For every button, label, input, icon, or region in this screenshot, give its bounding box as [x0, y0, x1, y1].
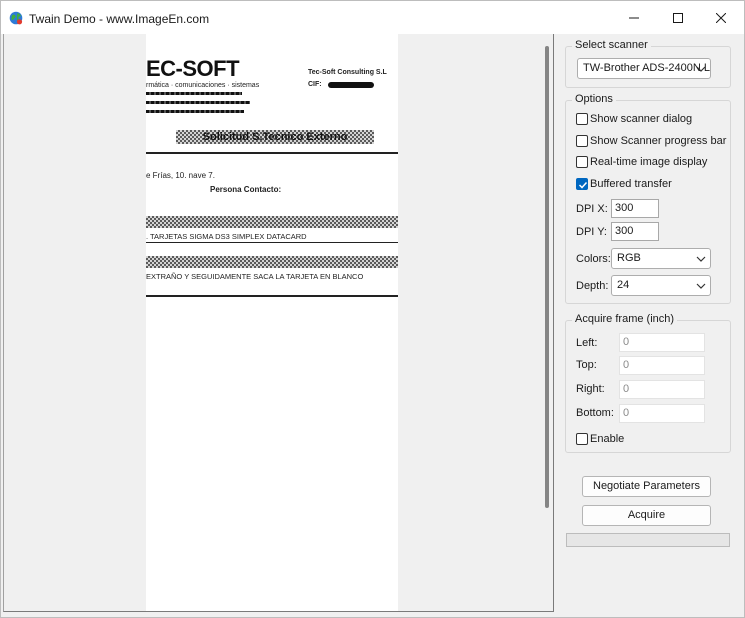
doc-cif-label: CIF:: [308, 81, 322, 88]
dpi-x-field[interactable]: 300: [611, 199, 659, 218]
doc-rule: [146, 152, 398, 154]
minimize-button[interactable]: [611, 1, 657, 34]
chevron-down-icon: [696, 283, 706, 289]
scanned-page: EC-SOFT rmática · comunicaciones · siste…: [146, 34, 398, 611]
acquire-progress-bar: [566, 533, 730, 547]
options-title: Options: [572, 93, 616, 106]
acquire-frame-title: Acquire frame (inch): [572, 313, 678, 326]
minimize-icon: [629, 17, 639, 18]
colors-select[interactable]: RGB: [611, 248, 711, 269]
globe-icon: [9, 11, 23, 25]
chevron-down-icon: [696, 66, 706, 72]
doc-hatch-band: [146, 216, 398, 228]
dpi-x-label: DPI X:: [576, 203, 608, 215]
doc-rule: [146, 295, 398, 297]
doc-logo-text: EC-SOFT: [146, 56, 240, 81]
doc-hatch-band: [146, 256, 398, 268]
show-scanner-dialog-checkbox[interactable]: Show scanner dialog: [576, 113, 692, 125]
depth-select-value: 24: [617, 279, 630, 291]
doc-text-line: . TARJETAS SIGMA DS3 SIMPLEX DATACARD: [146, 232, 307, 241]
doc-redaction: [328, 82, 374, 88]
frame-top-field[interactable]: 0: [619, 356, 705, 375]
window-title: Twain Demo - www.ImageEn.com: [29, 12, 210, 26]
select-scanner-title: Select scanner: [572, 39, 651, 52]
depth-label: Depth:: [576, 280, 609, 292]
image-preview[interactable]: EC-SOFT rmática · comunicaciones · siste…: [3, 34, 554, 612]
depth-select[interactable]: 24: [611, 275, 711, 296]
checkbox-label: Real-time image display: [590, 156, 708, 168]
frame-bottom-field[interactable]: 0: [619, 404, 705, 423]
maximize-button[interactable]: [655, 1, 701, 34]
scanner-select[interactable]: TW-Brother ADS-2400N L: [577, 58, 711, 79]
frame-bottom-label: Bottom:: [576, 407, 614, 419]
doc-date-line: e Frías, 10. nave 7.: [146, 171, 215, 180]
chevron-down-icon: [696, 256, 706, 262]
doc-rule: [146, 242, 398, 243]
app-window: Twain Demo - www.ImageEn.com EC-SOFT rmá…: [0, 0, 745, 618]
checkbox-label: Enable: [590, 433, 625, 445]
doc-redaction: [146, 92, 242, 95]
checkbox-box: [576, 178, 588, 190]
frame-left-field[interactable]: 0: [619, 333, 705, 352]
show-progress-bar-checkbox[interactable]: Show Scanner progress bar: [576, 135, 726, 147]
enable-frame-checkbox[interactable]: Enable: [576, 433, 624, 445]
doc-redaction: [146, 110, 244, 113]
realtime-display-checkbox[interactable]: Real-time image display: [576, 156, 707, 168]
doc-heading: Solicitud S.Tecnico Externo: [202, 131, 348, 143]
colors-select-value: RGB: [617, 252, 641, 264]
frame-left-label: Left:: [576, 337, 598, 349]
close-button[interactable]: [698, 1, 744, 34]
checkbox-label: Show scanner dialog: [590, 113, 693, 125]
checkbox-box: [576, 156, 588, 168]
doc-contact-label: Persona Contacto:: [210, 185, 282, 194]
checkbox-box: [576, 433, 588, 445]
checkbox-label: Buffered transfer: [590, 178, 672, 190]
doc-redaction: [146, 101, 250, 104]
checkbox-box: [576, 135, 588, 147]
doc-subtitle: rmática · comunicaciones · sistemas: [146, 82, 260, 89]
checkbox-box: [576, 113, 588, 125]
checkmark-icon: [578, 181, 588, 189]
dpi-y-label: DPI Y:: [576, 226, 607, 238]
colors-label: Colors:: [576, 253, 611, 265]
negotiate-parameters-button[interactable]: Negotiate Parameters: [582, 476, 711, 497]
checkbox-label: Show Scanner progress bar: [590, 135, 727, 147]
acquire-button[interactable]: Acquire: [582, 505, 711, 526]
doc-company: Tec-Soft Consulting S.L: [308, 69, 387, 76]
title-bar: Twain Demo - www.ImageEn.com: [1, 1, 744, 34]
frame-top-label: Top:: [576, 359, 597, 371]
doc-text-line: EXTRAÑO Y SEGUIDAMENTE SACA LA TARJETA E…: [146, 272, 364, 281]
close-icon: [716, 12, 726, 23]
frame-right-field[interactable]: 0: [619, 380, 705, 399]
maximize-icon: [673, 12, 683, 23]
scanner-select-value: TW-Brother ADS-2400N L: [583, 62, 710, 74]
buffered-transfer-checkbox[interactable]: Buffered transfer: [576, 178, 672, 190]
preview-scrollbar[interactable]: [545, 46, 549, 508]
frame-right-label: Right:: [576, 383, 605, 395]
dpi-y-field[interactable]: 300: [611, 222, 659, 241]
